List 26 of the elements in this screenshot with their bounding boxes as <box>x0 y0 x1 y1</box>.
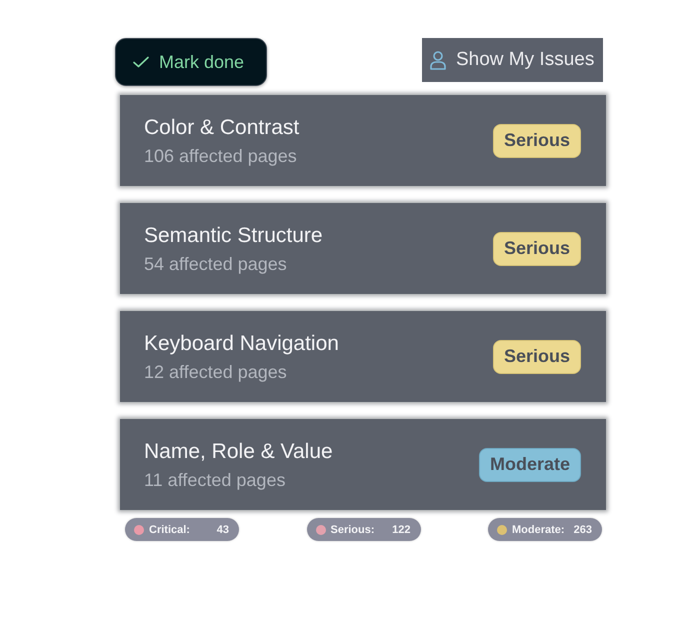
affected-pages-count: 54 affected pages <box>144 252 288 274</box>
mark-done-button[interactable]: Mark done <box>115 38 267 86</box>
severity-count: 43 <box>216 524 229 536</box>
severity-badge: Moderate <box>478 448 581 482</box>
severity-label: Serious: <box>330 524 376 536</box>
affected-pages-count: 11 affected pages <box>144 468 286 490</box>
severity-label: Critical: <box>149 524 191 536</box>
affected-pages-count: 106 affected pages <box>144 144 298 166</box>
issue-title: Semantic Structure <box>144 222 323 248</box>
check-icon <box>133 56 149 68</box>
issue-card[interactable]: Name, Role & Value 11 affected pages Moderate <box>120 419 606 510</box>
severity-count: 122 <box>392 524 410 536</box>
issue-title: Color & Contrast <box>144 114 300 140</box>
issue-card[interactable]: Keyboard Navigation 12 affected pages Serious <box>120 311 606 402</box>
issue-card[interactable]: Semantic Structure 54 affected pages Serious <box>120 203 606 294</box>
severity-badge: Serious <box>492 124 581 158</box>
issue-title: Name, Role & Value <box>144 438 333 464</box>
severity-badge: Serious <box>492 340 581 374</box>
person-icon <box>430 50 446 70</box>
issue-card[interactable]: Color & Contrast 106 affected pages Serious <box>120 95 606 186</box>
affected-pages-count: 12 affected pages <box>144 360 288 382</box>
issue-title: Keyboard Navigation <box>144 330 339 356</box>
severity-badge: Serious <box>492 232 581 266</box>
show-my-issues-button[interactable]: Show My Issues <box>422 38 603 82</box>
severity-count: 263 <box>574 524 592 536</box>
severity-label: Moderate: <box>512 524 566 536</box>
